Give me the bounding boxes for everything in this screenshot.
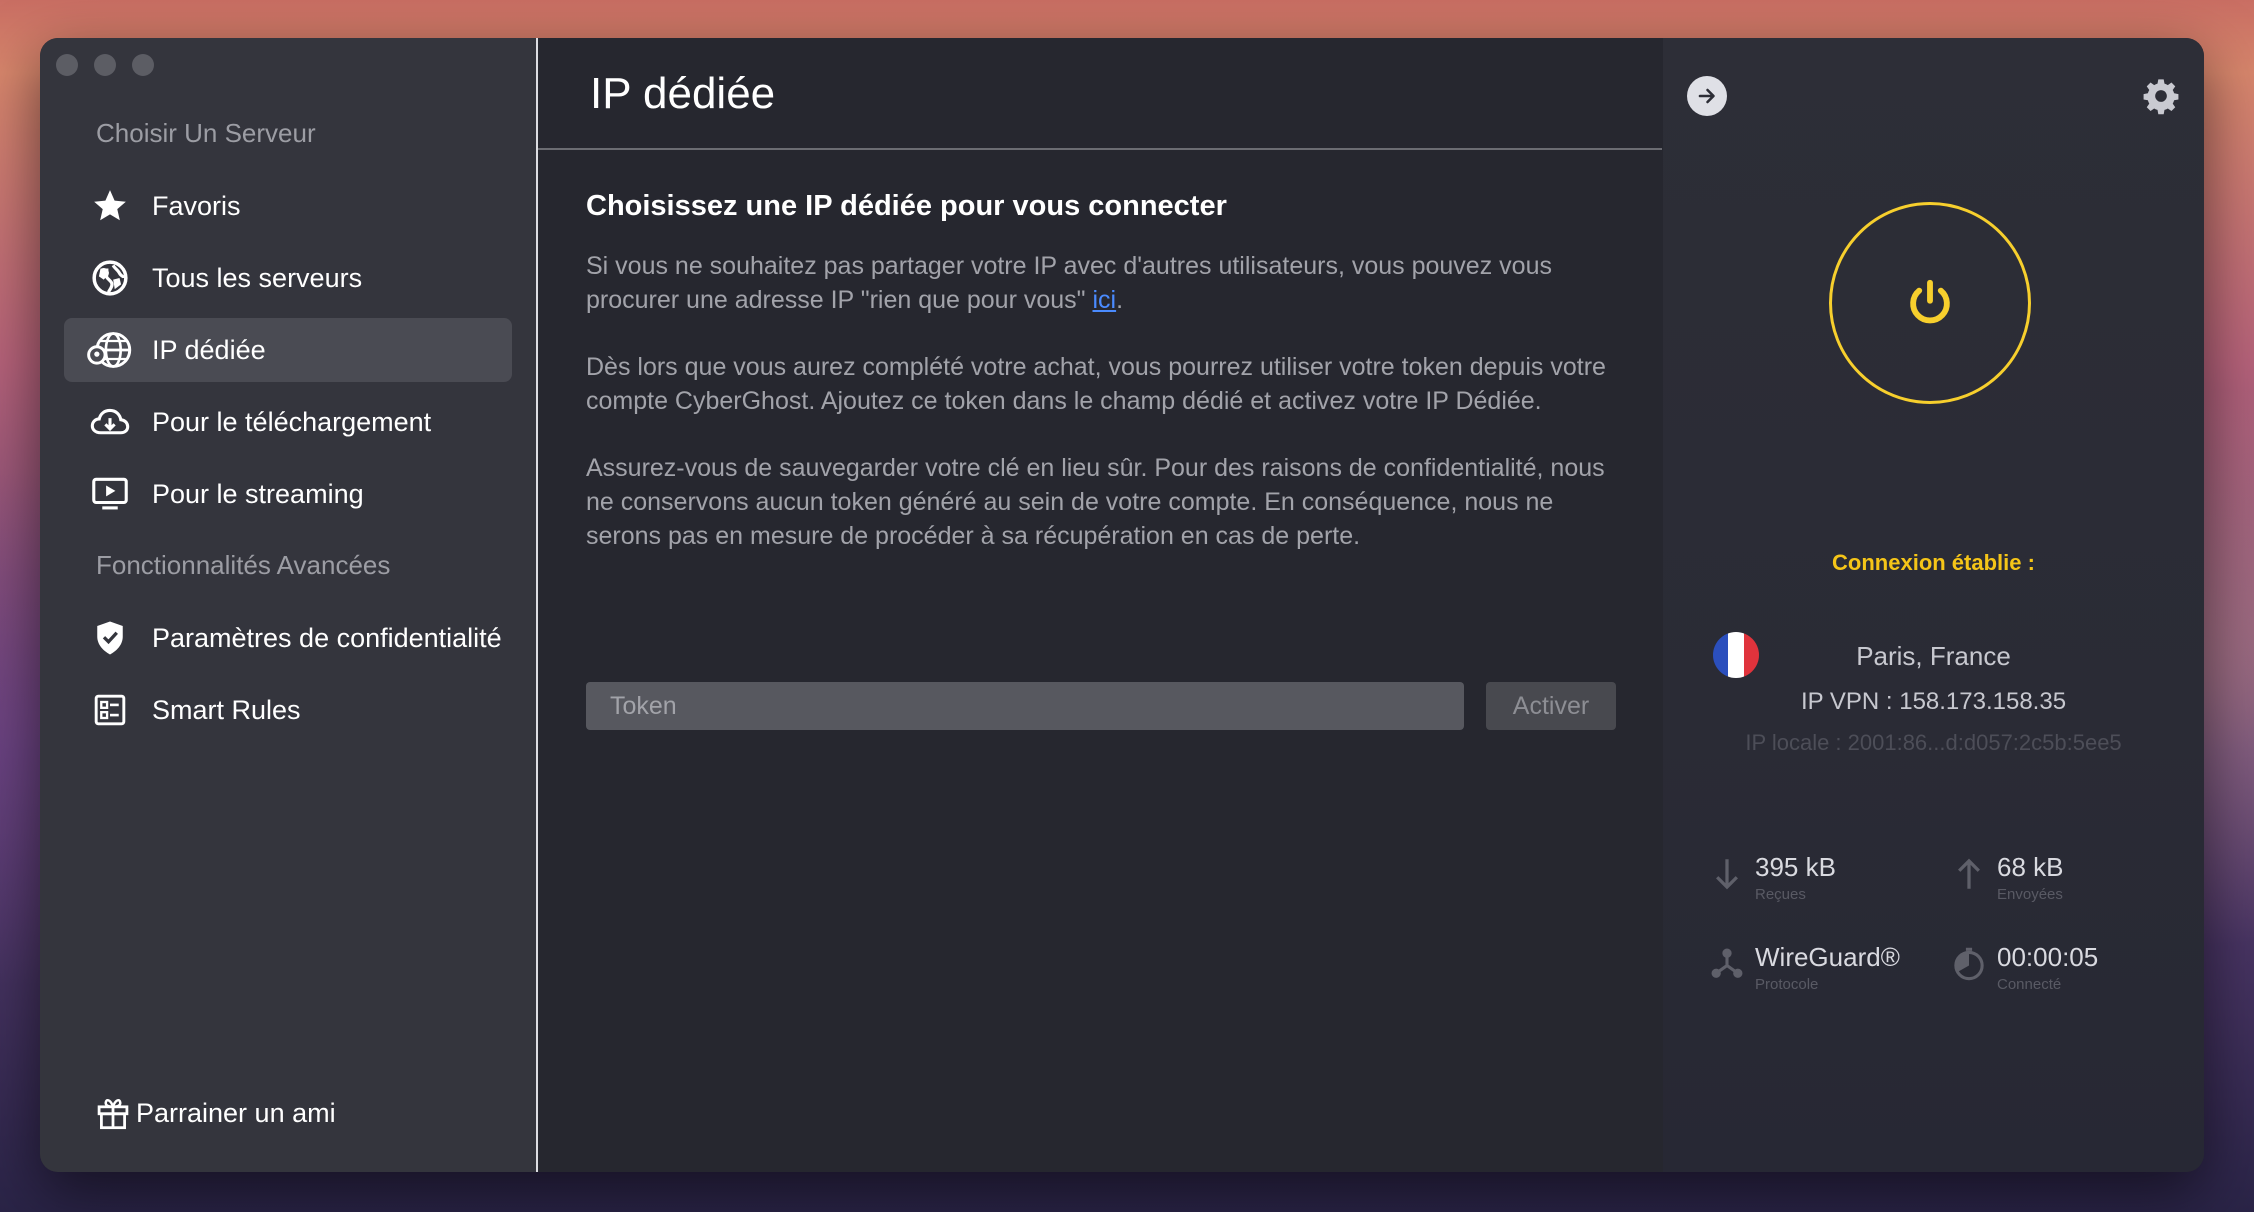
sidebar-item-smart-rules[interactable]: Smart Rules	[64, 678, 512, 742]
protocol-nodes-icon	[1709, 944, 1745, 984]
paragraph-intro-end: .	[1116, 286, 1124, 314]
stat-connected-time: 00:00:05 Connecté	[1951, 942, 2098, 993]
refer-friend-link[interactable]: Parrainer un ami	[96, 1096, 336, 1130]
page-title: IP dédiée	[590, 69, 776, 118]
gift-icon	[96, 1096, 130, 1130]
sidebar-item-favoris[interactable]: Favoris	[64, 174, 512, 238]
globe-icon	[86, 254, 134, 302]
close-window-button[interactable]	[56, 54, 78, 76]
sidebar-item-dedicated-ip[interactable]: IP dédiée	[64, 318, 512, 382]
sidebar-item-privacy-settings[interactable]: Paramètres de confidentialité	[64, 606, 512, 670]
connection-status: Connexion établie :	[1832, 550, 2035, 575]
activate-button[interactable]: Activer	[1486, 682, 1616, 730]
arrow-up-icon	[1951, 854, 1987, 894]
main-header: IP dédiée	[538, 38, 1662, 150]
sidebar-item-label: Tous les serveurs	[152, 262, 363, 293]
dedicated-ip-globe-icon	[86, 326, 134, 374]
screen-play-icon	[86, 470, 134, 518]
paragraph-intro: Si vous ne souhaitez pas partager votre …	[586, 249, 1616, 317]
protocol-label: Protocole	[1755, 976, 1819, 993]
server-location: Paris, France	[1856, 641, 2011, 671]
section-title-servers: Choisir Un Serveur	[96, 118, 316, 148]
stat-received: 395 kB Reçues	[1709, 852, 1836, 903]
arrow-right-icon	[1695, 84, 1719, 108]
rules-list-icon	[86, 686, 134, 734]
collapse-panel-button[interactable]	[1687, 76, 1727, 116]
dedicated-ip-description: Choisissez une IP dédiée pour vous conne…	[586, 190, 1616, 553]
star-icon	[86, 182, 134, 230]
sidebar-item-label: Favoris	[152, 190, 241, 221]
sidebar-item-label: Pour le streaming	[152, 478, 364, 509]
refer-friend-label: Parrainer un ami	[136, 1097, 336, 1128]
zoom-window-button[interactable]	[132, 54, 154, 76]
cloud-download-icon	[86, 398, 134, 446]
arrow-down-icon	[1709, 854, 1745, 894]
time-label: Connecté	[1997, 976, 2062, 993]
section-heading: Choisissez une IP dédiée pour vous conne…	[586, 190, 1227, 222]
power-button[interactable]	[1829, 202, 2031, 404]
stat-protocol: WireGuard® Protocole	[1709, 942, 1900, 993]
paragraph-key-safety: Assurez-vous de sauvegarder votre clé en…	[586, 454, 1605, 550]
token-input[interactable]	[586, 682, 1464, 730]
paragraph-token-usage: Dès lors que vous aurez complété votre a…	[586, 353, 1606, 415]
settings-button[interactable]	[2141, 76, 2181, 116]
window-controls	[56, 54, 154, 76]
sidebar-item-label: IP dédiée	[152, 334, 266, 365]
stopwatch-icon	[1951, 944, 1987, 984]
sidebar-item-label: Pour le téléchargement	[152, 406, 432, 437]
connection-panel: Connexion établie : Paris, France IP VPN…	[1663, 38, 2204, 1172]
section-title-advanced: Fonctionnalités Avancées	[96, 550, 391, 580]
received-label: Reçues	[1755, 886, 1806, 903]
sidebar: Choisir Un Serveur Favoris Tous les serv…	[40, 38, 536, 1172]
protocol-value: WireGuard®	[1755, 942, 1900, 972]
minimize-window-button[interactable]	[94, 54, 116, 76]
main-content: IP dédiée Choisissez une IP dédiée pour …	[538, 38, 1662, 1172]
token-row: Activer	[586, 682, 1616, 730]
stat-sent: 68 kB Envoyées	[1951, 852, 2064, 903]
paragraph-intro-text: Si vous ne souhaitez pas partager votre …	[586, 252, 1552, 314]
local-ip: IP locale : 2001:86...d:d057:2c5b:5ee5	[1745, 730, 2122, 755]
power-icon	[1903, 276, 1957, 330]
sidebar-item-streaming[interactable]: Pour le streaming	[64, 462, 512, 526]
sent-label: Envoyées	[1997, 886, 2063, 903]
time-value: 00:00:05	[1997, 942, 2099, 972]
sidebar-item-all-servers[interactable]: Tous les serveurs	[64, 246, 512, 310]
sent-value: 68 kB	[1997, 852, 2064, 882]
shield-check-icon	[86, 614, 134, 662]
app-window: Choisir Un Serveur Favoris Tous les serv…	[40, 38, 2204, 1172]
gear-icon	[2142, 77, 2180, 115]
vpn-ip: IP VPN : 158.173.158.35	[1800, 688, 2067, 715]
sidebar-item-download[interactable]: Pour le téléchargement	[64, 390, 512, 454]
purchase-link[interactable]: ici	[1092, 286, 1116, 314]
received-value: 395 kB	[1755, 852, 1836, 882]
sidebar-item-label: Smart Rules	[152, 694, 301, 725]
sidebar-item-label: Paramètres de confidentialité	[152, 622, 502, 653]
